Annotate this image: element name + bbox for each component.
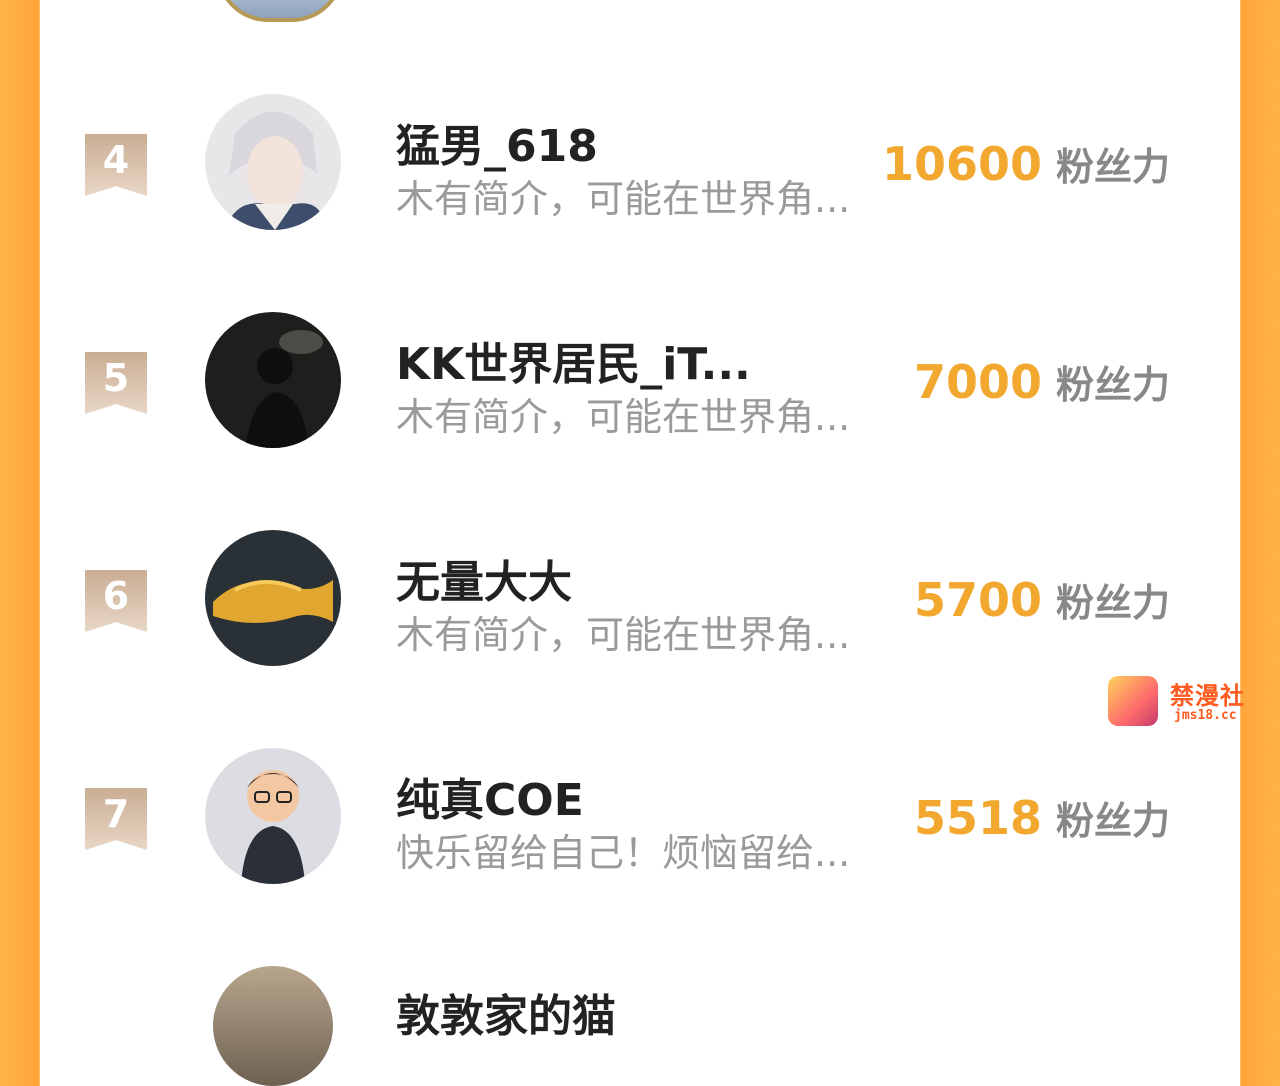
fans-count: 7000 <box>913 355 1042 409</box>
user-name: 猛男_618 <box>396 121 598 172</box>
ranking-row[interactable]: 7 纯真COE 快乐留给自己！烦恼留给... 5518 粉丝力 <box>0 736 1280 896</box>
user-name: 纯真COE <box>396 775 584 826</box>
ranking-row[interactable]: 5 KK世界居民_iT... 木有简介，可能在世界角... 7000 粉丝力 <box>0 300 1280 460</box>
user-name: 无量大大 <box>396 557 572 608</box>
fans-score: 7000 粉丝力 <box>914 354 1170 409</box>
fans-label: 粉丝力 <box>1055 363 1170 407</box>
rank-badge: 4 <box>85 134 147 196</box>
ranking-row[interactable]: 4 猛男_618 木有简介，可能在世界角... 10600 粉丝力 <box>0 82 1280 242</box>
user-avatar[interactable] <box>205 530 341 666</box>
fans-count: 5700 <box>913 573 1042 627</box>
rank-badge: 6 <box>85 570 147 632</box>
user-name: KK世界居民_iT... <box>396 339 751 390</box>
fans-score: 5700 粉丝力 <box>914 572 1170 627</box>
user-bio: 快乐留给自己！烦恼留给... <box>396 831 851 875</box>
watermark-url: jms18.cc <box>1174 708 1237 723</box>
ranking-row[interactable]: 6 无量大大 木有简介，可能在世界角... 5700 粉丝力 <box>0 518 1280 678</box>
fans-count: 10600 <box>881 137 1042 191</box>
fans-label: 粉丝力 <box>1055 581 1170 625</box>
user-bio: 木有简介，可能在世界角... <box>396 613 851 657</box>
watermark-logo: 禁漫社 jms18.cc <box>1108 676 1258 726</box>
next-user-avatar[interactable] <box>213 966 333 1086</box>
fans-score: 10600 粉丝力 <box>882 136 1170 191</box>
fans-label: 粉丝力 <box>1055 145 1170 189</box>
user-avatar[interactable] <box>205 748 341 884</box>
user-bio: 木有简介，可能在世界角... <box>396 177 851 221</box>
next-user-name: 敦敦家的猫 <box>396 991 616 1042</box>
user-avatar[interactable] <box>205 94 341 230</box>
user-avatar[interactable] <box>205 312 341 448</box>
app-logo-icon <box>1108 676 1158 726</box>
user-bio: 木有简介，可能在世界角... <box>396 395 851 439</box>
watermark-title: 禁漫社 <box>1170 682 1245 710</box>
rank-badge: 7 <box>85 788 147 850</box>
fans-count: 5518 <box>913 791 1042 845</box>
fans-score: 5518 粉丝力 <box>914 790 1170 845</box>
fans-label: 粉丝力 <box>1055 799 1170 843</box>
rank-badge: 5 <box>85 352 147 414</box>
